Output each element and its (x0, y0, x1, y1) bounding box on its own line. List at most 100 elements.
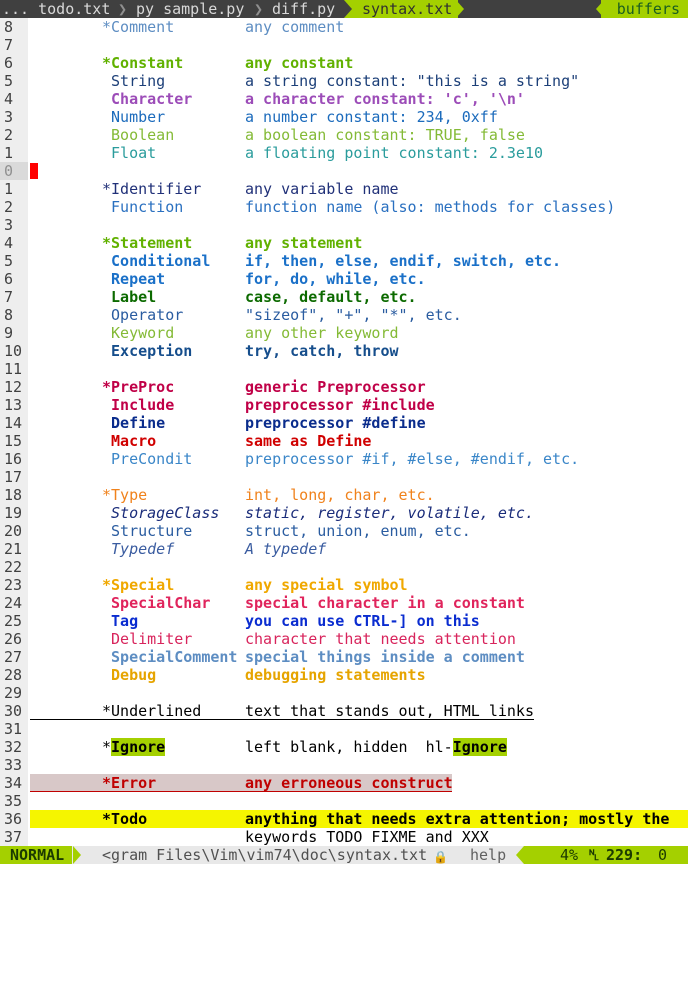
ignore-help-link[interactable]: Ignore (452, 738, 507, 756)
buffer-line[interactable]: 3 Number a number constant: 234, 0xff (0, 108, 688, 126)
tab-diff-py[interactable]: diff.py (272, 0, 335, 18)
mode-indicator: NORMAL (0, 846, 73, 864)
description-text: preprocessor #if, #else, #endif, etc. (245, 450, 580, 468)
line-text (30, 216, 688, 234)
buffer-line[interactable]: 28 Debug debugging statements (0, 666, 688, 684)
buffer-line[interactable]: 7 (0, 36, 688, 54)
buffer-line[interactable]: 4 *Statement any statement (0, 234, 688, 252)
highlight-group-description: debugging statements (245, 666, 426, 684)
line-text: *Underlined text that stands out, HTML li… (30, 702, 688, 720)
highlight-group-name: Delimiter (102, 630, 192, 648)
buffer-line[interactable]: 16 PreCondit preprocessor #if, #else, #en… (0, 450, 688, 468)
line-text: *Ignore left blank, hidden hl-Ignore (30, 738, 688, 756)
line-text (30, 36, 688, 54)
buffer-line[interactable]: 2 Boolean a boolean constant: TRUE, false (0, 126, 688, 144)
tab-syntax-txt[interactable]: syntax.txt (344, 0, 459, 18)
line-text: Keyword any other keyword (30, 324, 688, 342)
buffer-line[interactable]: 1 *Identifier any variable name (0, 180, 688, 198)
tabline: ... todo.txt ❯ py sample.py ❯ diff.py sy… (0, 0, 688, 18)
highlight-group-description: special character in a constant (245, 594, 525, 612)
highlight-group-description: int, long, char, etc. (245, 486, 435, 504)
buffer-line[interactable]: 18 *Type int, long, char, etc. (0, 486, 688, 504)
buffer-line[interactable]: 5 Conditional if, then, else, endif, swit… (0, 252, 688, 270)
buffer-line[interactable]: 14 Define preprocessor #define (0, 414, 688, 432)
buffer-line[interactable]: 15 Macro same as Define (0, 432, 688, 450)
buffer-line[interactable]: 24 SpecialChar special character in a con… (0, 594, 688, 612)
buffer-line[interactable]: 34 *Error any erroneous construct (0, 774, 688, 792)
line-text: Operator "sizeof", "+", "*", etc. (30, 306, 688, 324)
buffer-line[interactable]: 4 Character a character constant: 'c', '\… (0, 90, 688, 108)
line-text: *Error any erroneous construct (30, 774, 688, 792)
buffer-line[interactable]: 37 keywords TODO FIXME and XXX (0, 828, 688, 846)
highlight-group-description: preprocessor #include (245, 396, 435, 414)
buffer-line[interactable]: 13 Include preprocessor #include (0, 396, 688, 414)
buffer-line[interactable]: 33 (0, 756, 688, 774)
group-name-text: * (102, 738, 112, 756)
highlight-group-name: *Type (102, 486, 147, 504)
buffer-line[interactable]: 0 (0, 162, 688, 180)
buffer-line[interactable]: 32 *Ignore left blank, hidden hl-Ignore (0, 738, 688, 756)
buffer-line[interactable]: 21 Typedef A typedef (0, 540, 688, 558)
line-number: 25 (0, 612, 28, 630)
line-text (30, 720, 688, 738)
highlight-group-name: Character (102, 90, 192, 108)
buffer-line[interactable]: 11 (0, 360, 688, 378)
buffer-line[interactable]: 29 (0, 684, 688, 702)
buffer-line[interactable]: 19 StorageClass static, register, volatil… (0, 504, 688, 522)
highlight-group-name: *Statement (102, 234, 192, 252)
buffer-line[interactable]: 27 SpecialComment special things inside a… (0, 648, 688, 666)
description-text: special character in a constant (245, 594, 525, 612)
buffer-line[interactable]: 35 (0, 792, 688, 810)
line-number: 22 (0, 558, 28, 576)
buffers-label[interactable]: buffers (600, 0, 688, 18)
line-number: 36 (0, 810, 28, 828)
buffer-line[interactable]: 25 Tag you can use CTRL-] on this (0, 612, 688, 630)
buffer-line[interactable]: 20 Structure struct, union, enum, etc. (0, 522, 688, 540)
line-text: *Type int, long, char, etc. (30, 486, 688, 504)
buffer-line[interactable]: 30 *Underlined text that stands out, HTML … (0, 702, 688, 720)
buffer-line[interactable]: 23 *Special any special symbol (0, 576, 688, 594)
line-number: 4 (0, 90, 28, 108)
line-number: 32 (0, 738, 28, 756)
description-text: any variable name (245, 180, 399, 198)
buffer-line[interactable]: 12 *PreProc generic Preprocessor (0, 378, 688, 396)
group-name-text: *Comment (102, 18, 175, 36)
line-number: 0 (0, 162, 28, 180)
highlight-group-name: Exception (102, 342, 192, 360)
buffer-line[interactable]: 5 String a string constant: "this is a st… (0, 72, 688, 90)
line-number: 7 (0, 288, 28, 306)
line-number: 28 (0, 666, 28, 684)
buffer-line[interactable]: 6 Repeat for, do, while, etc. (0, 270, 688, 288)
description-text: A typedef (245, 540, 327, 558)
editor-buffer[interactable]: 8 *Comment any comment 7 6 *Constant any const… (0, 18, 688, 846)
line-number: 6 (0, 270, 28, 288)
position-arrow-icon (516, 846, 524, 864)
buffer-line[interactable]: 7 Label case, default, etc. (0, 288, 688, 306)
highlight-group-name: PreCondit (102, 450, 192, 468)
buffer-line[interactable]: 1 Float a floating point constant: 2.3e10 (0, 144, 688, 162)
tab-sample-py[interactable]: py sample.py (136, 0, 244, 18)
buffer-line[interactable]: 26 Delimiter character that needs attenti… (0, 630, 688, 648)
buffer-line[interactable]: 36 *Todo anything that needs extra attenti… (0, 810, 688, 828)
group-name-text: Debug (102, 666, 157, 684)
buffer-line[interactable]: 6 *Constant any constant (0, 54, 688, 72)
buffer-line[interactable]: 2 Function function name (also: methods f… (0, 198, 688, 216)
buffer-line[interactable]: 9 Keyword any other keyword (0, 324, 688, 342)
description-text: any erroneous construct (245, 774, 453, 792)
line-text: Conditional if, then, else, endif, switch… (30, 252, 688, 270)
buffer-line[interactable]: 10 Exception try, catch, throw (0, 342, 688, 360)
line-text: Delimiter character that needs attention (30, 630, 688, 648)
buffer-line[interactable]: 8 *Comment any comment (0, 18, 688, 36)
tab-todo[interactable]: ... todo.txt (2, 0, 110, 18)
line-text: Label case, default, etc. (30, 288, 688, 306)
buffer-line[interactable]: 31 (0, 720, 688, 738)
highlight-group-name: Function (102, 198, 183, 216)
group-name-text: Define (102, 414, 166, 432)
line-text: Define preprocessor #define (30, 414, 688, 432)
buffer-line[interactable]: 22 (0, 558, 688, 576)
buffer-line[interactable]: 17 (0, 468, 688, 486)
highlight-group-description: any constant (245, 54, 353, 72)
buffer-line[interactable]: 8 Operator "sizeof", "+", "*", etc. (0, 306, 688, 324)
command-line[interactable] (0, 864, 688, 886)
buffer-line[interactable]: 3 (0, 216, 688, 234)
